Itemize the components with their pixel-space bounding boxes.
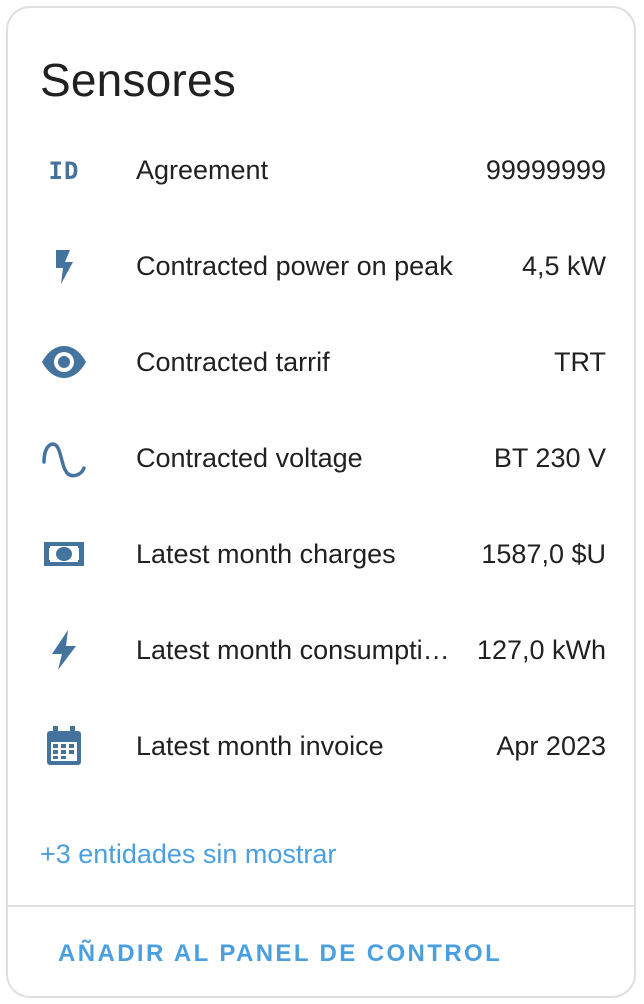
entity-label: Agreement [136, 155, 269, 185]
entity-label: Contracted tarrif [136, 347, 330, 377]
entity-label: Contracted voltage [136, 443, 363, 473]
entities-card: Sensores ID Agreement 99999999 Contracte… [6, 6, 636, 998]
eye-icon [40, 338, 88, 386]
entity-label: Latest month invoice [136, 731, 384, 761]
entity-row-contracted-power[interactable]: Contracted power on peak 4,5 kW [8, 218, 634, 314]
lightning-bolt-icon [40, 626, 88, 674]
entity-value: Apr 2023 [496, 731, 606, 761]
more-entities-link[interactable]: +3 entidades sin mostrar [40, 834, 336, 874]
id-icon: ID [40, 146, 88, 194]
entity-value: 1587,0 $U [481, 539, 606, 569]
calendar-icon [40, 722, 88, 770]
entity-value: BT 230 V [493, 443, 606, 473]
svg-text:ID: ID [49, 157, 80, 185]
entity-value: 4,5 kW [521, 251, 606, 281]
entity-label: Latest month consumpti… [136, 635, 450, 665]
card-title: Sensores [40, 54, 236, 106]
entity-row-agreement[interactable]: ID Agreement 99999999 [8, 122, 634, 218]
entity-row-latest-month-consumption[interactable]: Latest month consumpti… 127,0 kWh [8, 602, 634, 698]
entity-value: TRT [554, 347, 606, 377]
entity-list: ID Agreement 99999999 Contracted power o… [8, 122, 634, 794]
entity-row-contracted-voltage[interactable]: Contracted voltage BT 230 V [8, 410, 634, 506]
entity-label: Contracted power on peak [136, 251, 453, 281]
card-actions-divider [8, 905, 634, 907]
add-to-dashboard-button[interactable]: AÑADIR AL PANEL DE CONTROL [42, 928, 518, 980]
flash-icon [40, 242, 88, 290]
entity-row-latest-month-charges[interactable]: Latest month charges 1587,0 $U [8, 506, 634, 602]
cash-icon [40, 530, 88, 578]
entity-label: Latest month charges [136, 539, 396, 569]
entity-value: 127,0 kWh [476, 635, 606, 665]
sine-wave-icon [40, 434, 88, 482]
entity-row-latest-month-invoice[interactable]: Latest month invoice Apr 2023 [8, 698, 634, 794]
entity-row-contracted-tarrif[interactable]: Contracted tarrif TRT [8, 314, 634, 410]
entity-value: 99999999 [485, 155, 606, 185]
